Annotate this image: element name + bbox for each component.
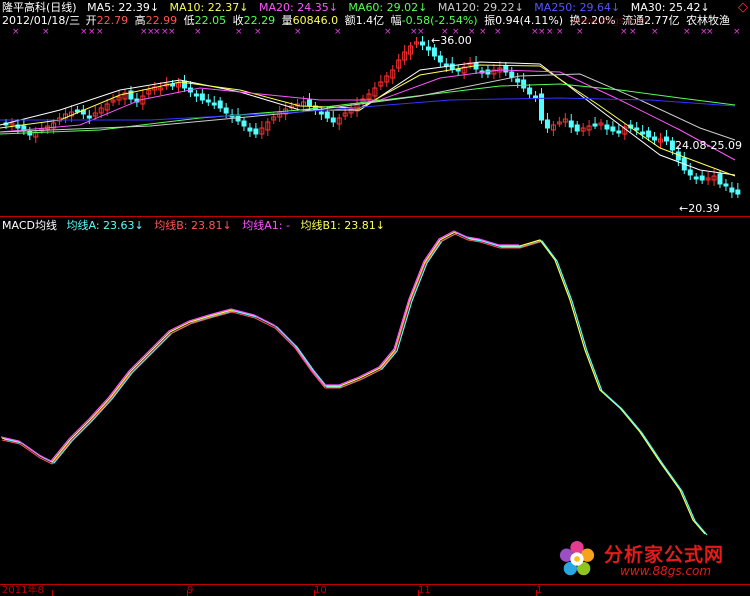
low-annotation: ←20.39 [679, 202, 720, 215]
candle-body [86, 115, 92, 119]
candle-body [306, 99, 312, 107]
candle-body [223, 107, 229, 114]
candle-body [205, 99, 211, 103]
moving-average-line [0, 61, 736, 176]
candle-body [503, 65, 509, 73]
candle-body [527, 87, 533, 95]
candle-body [544, 119, 550, 129]
candle-body [592, 123, 598, 127]
candle-body [568, 120, 574, 128]
moving-average-line [0, 97, 736, 121]
macd-line-a [3, 232, 708, 536]
candle-body [247, 127, 253, 132]
candle-body [634, 127, 640, 131]
logo-url: www.88gs.com [620, 564, 712, 578]
axis-label: 10 [314, 585, 327, 596]
candle-body [241, 120, 247, 127]
candle-body [652, 136, 658, 141]
candle-body [217, 100, 223, 109]
axis-tick [52, 590, 53, 596]
candle-body [610, 126, 616, 132]
candle-body [431, 47, 437, 57]
macd-info-bar: MACD均线 均线A: 23.63↓ 均线B: 23.81↓ 均线A1: - 均… [2, 219, 392, 232]
candle-body [735, 189, 741, 195]
candle-body [604, 124, 610, 130]
candle-body [729, 187, 735, 193]
date-range-annotation: 24.08-25.09 [675, 139, 742, 152]
candle-body [515, 78, 521, 83]
candle-body [437, 55, 443, 63]
candle-body [687, 169, 693, 176]
candle-body [193, 93, 199, 97]
candle-body [521, 79, 527, 89]
macd-title: MACD均线 [2, 219, 57, 232]
down-arrow-icon: ↓ [134, 219, 144, 232]
axis-label: 9 [187, 585, 194, 596]
candle-body [509, 71, 515, 78]
time-axis: 2011年8 9 10 11 1 [0, 584, 750, 596]
candle-body [318, 111, 324, 115]
macd-line-b1: 均线B1: 23.81↓ [300, 219, 385, 232]
candle-body [533, 95, 539, 99]
panel-divider [0, 216, 750, 217]
site-logo[interactable]: 分析家公式网 www.88gs.com [552, 536, 750, 584]
candle-body [574, 124, 580, 132]
candle-body [449, 63, 455, 70]
candle-body [443, 63, 449, 67]
candle-body [663, 136, 669, 142]
macd-line-a1 [0, 230, 519, 462]
axis-label: 2011年8 [2, 585, 44, 596]
axis-label: 11 [418, 585, 431, 596]
high-annotation: ←36.00 [431, 34, 472, 47]
candle-body [616, 130, 622, 134]
candle-body [211, 102, 217, 106]
moving-average-line [0, 69, 736, 161]
down-arrow-icon: ↓ [375, 219, 385, 232]
candle-body [253, 128, 259, 135]
macd-line-b [1, 233, 541, 465]
axis-label: 1 [536, 585, 543, 596]
candle-body [675, 151, 681, 161]
logo-name: 分析家公式网 [604, 544, 725, 566]
candle-body [199, 93, 205, 101]
flower-logo-icon [559, 540, 595, 576]
candle-body [646, 130, 652, 138]
candle-body [717, 173, 723, 185]
macd-line-b1 [1, 231, 706, 535]
candle-body [330, 117, 336, 123]
kline-chart[interactable] [0, 0, 750, 216]
down-arrow-icon: ↓ [222, 219, 232, 232]
macd-line-a: 均线A: 23.63↓ [66, 219, 144, 232]
candle-body [669, 140, 675, 151]
candle-body [699, 175, 705, 181]
macd-line-b: 均线B: 23.81↓ [154, 219, 232, 232]
candle-body [723, 183, 729, 187]
candle-body [640, 131, 646, 135]
candle-body [420, 41, 425, 46]
candle-body [324, 111, 330, 119]
macd-line-a1: 均线A1: - [242, 219, 290, 232]
candle-body [693, 176, 699, 180]
candle-body [425, 46, 431, 51]
